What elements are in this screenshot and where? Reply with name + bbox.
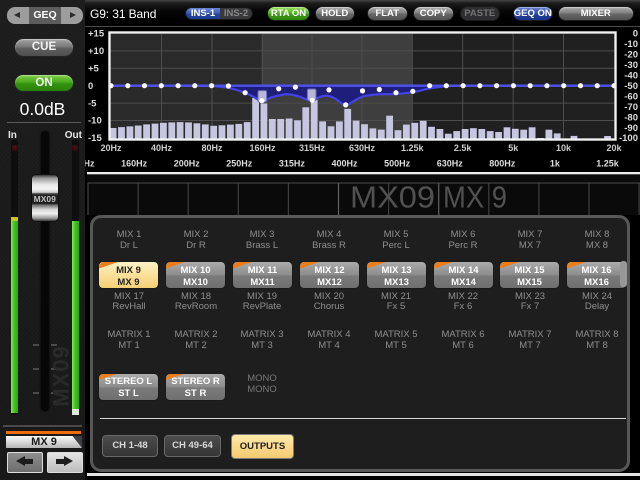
svg-text:315Hz: 315Hz — [299, 143, 326, 153]
svg-text:630Hz: 630Hz — [349, 143, 376, 153]
svg-text:2.5k: 2.5k — [454, 143, 473, 153]
svg-text:1.25k: 1.25k — [401, 143, 425, 153]
svg-text:-90: -90 — [624, 123, 638, 134]
svg-text:40Hz: 40Hz — [151, 143, 173, 153]
svg-text:20Hz: 20Hz — [100, 143, 122, 153]
svg-text:+10: +10 — [88, 46, 104, 57]
svg-text:-70: -70 — [624, 102, 638, 113]
svg-text:5k: 5k — [508, 143, 519, 153]
svg-text:-60: -60 — [624, 91, 638, 102]
svg-text:-10: -10 — [624, 39, 638, 50]
svg-text:160Hz: 160Hz — [249, 143, 276, 153]
svg-text:-40: -40 — [624, 71, 638, 82]
svg-text:20k: 20k — [606, 143, 622, 153]
svg-text:-80: -80 — [624, 112, 638, 123]
svg-text:0: 0 — [633, 29, 638, 40]
svg-text:1k: 1k — [550, 159, 561, 169]
svg-text:MX09: MX09 — [350, 180, 435, 215]
svg-text:200Hz: 200Hz — [174, 159, 201, 169]
svg-text:+5: +5 — [88, 64, 100, 75]
svg-text:MX 9: MX 9 — [443, 180, 507, 215]
svg-text:400Hz: 400Hz — [331, 159, 358, 169]
svg-text:800Hz: 800Hz — [489, 159, 516, 169]
svg-text:-50: -50 — [624, 81, 638, 92]
svg-text:-5: -5 — [88, 98, 97, 109]
svg-text:160Hz: 160Hz — [121, 159, 148, 169]
svg-text:-20: -20 — [624, 50, 638, 61]
svg-text:315Hz: 315Hz — [279, 159, 306, 169]
svg-text:80Hz: 80Hz — [201, 143, 223, 153]
svg-text:10k: 10k — [556, 143, 572, 153]
svg-text:-30: -30 — [624, 60, 638, 71]
svg-text:500Hz: 500Hz — [384, 159, 411, 169]
svg-text:-10: -10 — [88, 116, 102, 127]
svg-text:125Hz: 125Hz — [85, 159, 95, 169]
svg-text:630Hz: 630Hz — [437, 159, 464, 169]
svg-text:0: 0 — [88, 81, 93, 92]
svg-text:1.25k: 1.25k — [596, 159, 620, 169]
svg-text:-100: -100 — [619, 133, 638, 144]
svg-text:+15: +15 — [88, 29, 105, 40]
svg-text:250Hz: 250Hz — [226, 159, 253, 169]
